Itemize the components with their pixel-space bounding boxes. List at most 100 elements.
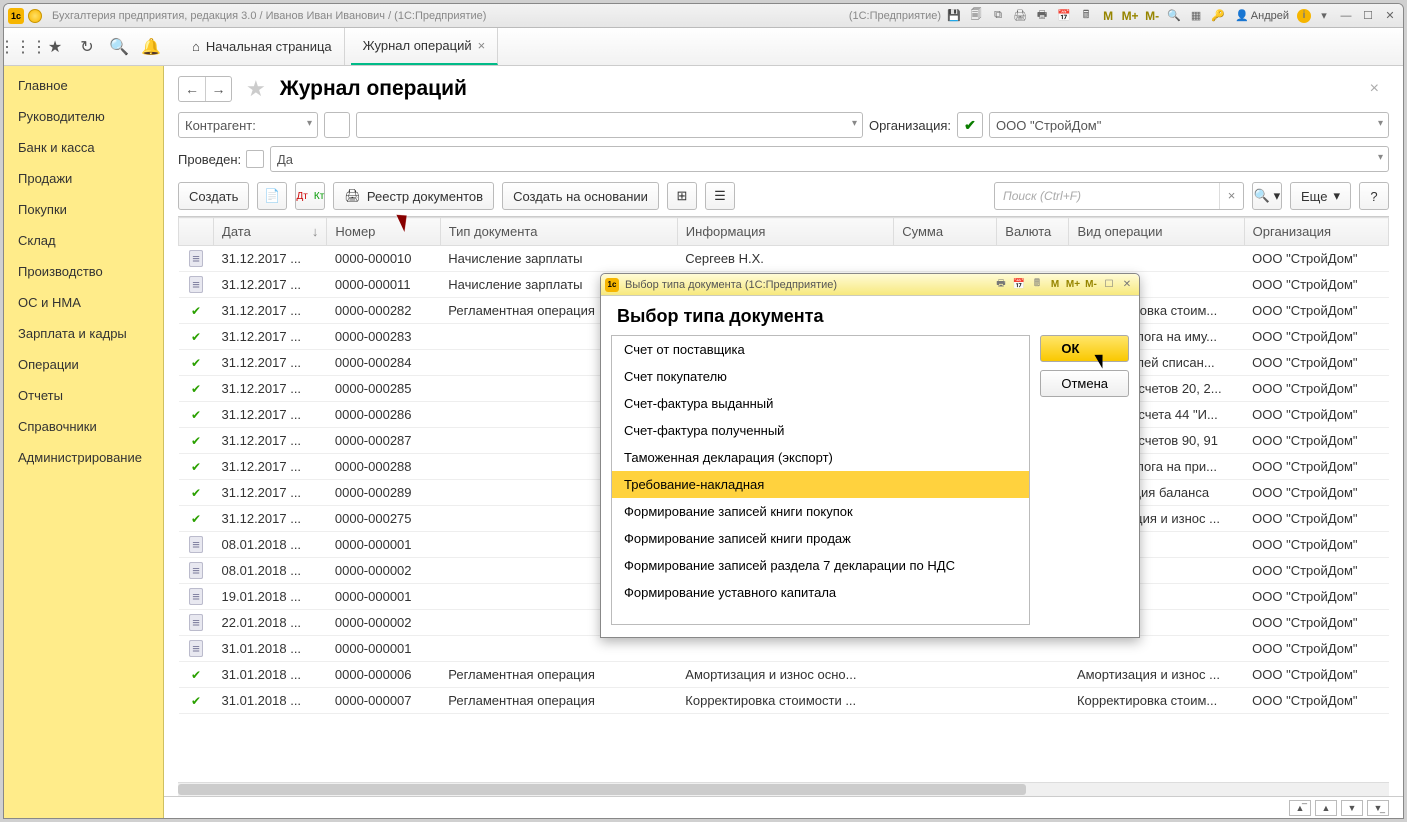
- close-page-icon[interactable]: ×: [1360, 76, 1389, 102]
- doc-type-item[interactable]: Формирование записей книги продаж: [612, 525, 1029, 552]
- sidebar-item-9[interactable]: Операции: [4, 349, 163, 380]
- sidebar-item-6[interactable]: Производство: [4, 256, 163, 287]
- nav-back-button[interactable]: ←: [179, 77, 205, 101]
- search-box[interactable]: Поиск (Ctrl+F) ×: [994, 182, 1244, 210]
- key-icon[interactable]: 🔑: [1209, 7, 1227, 25]
- table-row[interactable]: 31.01.2018 ...0000-000007Регламентная оп…: [179, 688, 1389, 714]
- table-row[interactable]: 31.01.2018 ...0000-000001ООО "СтройДом": [179, 636, 1389, 662]
- help-button[interactable]: ?: [1359, 182, 1389, 210]
- open-icon[interactable]: 🗐: [967, 7, 985, 25]
- copy-button[interactable]: 📄: [257, 182, 287, 210]
- col-op[interactable]: Вид операции: [1069, 218, 1244, 246]
- doc-type-item[interactable]: Формирование записей книги покупок: [612, 498, 1029, 525]
- favorite-icon[interactable]: ★: [42, 34, 68, 60]
- col-info[interactable]: Информация: [677, 218, 893, 246]
- doc-type-list[interactable]: Счет от поставщикаСчет покупателюСчет-фа…: [611, 335, 1030, 625]
- doc-type-item[interactable]: Счет покупателю: [612, 363, 1029, 390]
- doc-type-item[interactable]: Таможенная декларация (экспорт): [612, 444, 1029, 471]
- sidebar-item-0[interactable]: Главное: [4, 70, 163, 101]
- save-icon[interactable]: 💾: [945, 7, 963, 25]
- doc-type-item[interactable]: Требование-накладная: [612, 471, 1029, 498]
- ok-button[interactable]: ОК: [1040, 335, 1129, 362]
- doc-type-item[interactable]: Счет-фактура полученный: [612, 417, 1029, 444]
- bell-icon[interactable]: 🔔: [138, 34, 164, 60]
- col-sum[interactable]: Сумма: [894, 218, 997, 246]
- zoom-icon[interactable]: 🔍: [1165, 7, 1183, 25]
- minimize-icon[interactable]: —: [1337, 7, 1355, 25]
- favorite-page-icon[interactable]: ★: [246, 76, 266, 102]
- search-icon[interactable]: 🔍: [106, 34, 132, 60]
- search-input[interactable]: Поиск (Ctrl+F): [995, 189, 1219, 203]
- dialog-mminus-icon[interactable]: M-: [1083, 277, 1099, 293]
- sidebar-item-7[interactable]: ОС и НМА: [4, 287, 163, 318]
- print-icon[interactable]: 🖨: [1011, 7, 1029, 25]
- dtkt-button[interactable]: ДтКт: [295, 182, 325, 210]
- dialog-calendar-icon[interactable]: 📅: [1011, 277, 1027, 293]
- table-row[interactable]: 31.01.2018 ...0000-000006Регламентная оп…: [179, 662, 1389, 688]
- info-icon[interactable]: i: [1297, 9, 1311, 23]
- dialog-calc-icon[interactable]: 🖩: [1029, 277, 1045, 293]
- structure-button[interactable]: ⊞: [667, 182, 697, 210]
- list-button[interactable]: ☰: [705, 182, 735, 210]
- scroll-up-button[interactable]: ▲: [1315, 800, 1337, 816]
- dialog-mplus-icon[interactable]: M+: [1065, 277, 1081, 293]
- dialog-close-icon[interactable]: ✕: [1119, 277, 1135, 293]
- history-icon[interactable]: ↻: [74, 34, 100, 60]
- doc-type-item[interactable]: Формирование уставного капитала: [612, 579, 1029, 606]
- m-minus-icon[interactable]: M-: [1143, 7, 1161, 25]
- search-clear-icon[interactable]: ×: [1219, 183, 1243, 209]
- sidebar-item-5[interactable]: Склад: [4, 225, 163, 256]
- cancel-button[interactable]: Отмена: [1040, 370, 1129, 397]
- create-button[interactable]: Создать: [178, 182, 249, 210]
- col-cur[interactable]: Валюта: [997, 218, 1069, 246]
- horizontal-scrollbar[interactable]: [178, 782, 1389, 796]
- printer-icon[interactable]: 🖶: [1033, 7, 1051, 25]
- tab-close-icon[interactable]: ×: [478, 38, 486, 53]
- col-org[interactable]: Организация: [1244, 218, 1388, 246]
- windows-icon[interactable]: ▦: [1187, 7, 1205, 25]
- col-num[interactable]: Номер: [327, 218, 440, 246]
- dialog-maximize-icon[interactable]: ☐: [1101, 277, 1117, 293]
- col-date[interactable]: Дата: [222, 224, 251, 239]
- m-plus-icon[interactable]: M+: [1121, 7, 1139, 25]
- org-checkbox[interactable]: ✔: [957, 112, 983, 138]
- m-icon[interactable]: M: [1099, 7, 1117, 25]
- maximize-icon[interactable]: ☐: [1359, 7, 1377, 25]
- sidebar-item-11[interactable]: Справочники: [4, 411, 163, 442]
- sidebar-item-2[interactable]: Банк и касса: [4, 132, 163, 163]
- proveden-value-input[interactable]: Да: [270, 146, 1389, 172]
- org-value-input[interactable]: ООО "СтройДом": [989, 112, 1389, 138]
- dialog-print-icon[interactable]: 🖶: [993, 277, 1009, 293]
- nav-forward-button[interactable]: →: [205, 77, 231, 101]
- calendar-icon[interactable]: 📅: [1055, 7, 1073, 25]
- sidebar-item-4[interactable]: Покупки: [4, 194, 163, 225]
- sidebar-item-3[interactable]: Продажи: [4, 163, 163, 194]
- tab-journal[interactable]: Журнал операций ×: [351, 28, 499, 65]
- registry-button[interactable]: 🖨 Реестр документов: [333, 182, 494, 210]
- create-on-basis-button[interactable]: Создать на основании: [502, 182, 659, 210]
- table-row[interactable]: 31.12.2017 ...0000-000010Начисление зарп…: [179, 246, 1389, 272]
- more-button[interactable]: Еще ▾: [1290, 182, 1351, 210]
- kontragent-checkbox[interactable]: [324, 112, 350, 138]
- tab-home[interactable]: ⌂ Начальная страница: [180, 28, 345, 65]
- kontragent-dropdown[interactable]: Контрагент:: [178, 112, 318, 138]
- col-type[interactable]: Тип документа: [440, 218, 677, 246]
- dialog-m-icon[interactable]: M: [1047, 277, 1063, 293]
- kontragent-value-input[interactable]: [356, 112, 863, 138]
- find-button[interactable]: 🔍 ▾: [1252, 182, 1282, 210]
- sidebar-item-1[interactable]: Руководителю: [4, 101, 163, 132]
- compare-icon[interactable]: ⧉: [989, 7, 1007, 25]
- scroll-top-button[interactable]: ▲̅: [1289, 800, 1311, 816]
- apps-icon[interactable]: ⋮⋮⋮: [10, 34, 36, 60]
- close-icon[interactable]: ✕: [1381, 7, 1399, 25]
- user-indicator[interactable]: 👤 Андрей: [1231, 9, 1293, 22]
- sidebar-item-12[interactable]: Администрирование: [4, 442, 163, 473]
- scroll-bottom-button[interactable]: ▼̲: [1367, 800, 1389, 816]
- sidebar-item-10[interactable]: Отчеты: [4, 380, 163, 411]
- sidebar-item-8[interactable]: Зарплата и кадры: [4, 318, 163, 349]
- dropdown-icon[interactable]: ▾: [1315, 7, 1333, 25]
- doc-type-item[interactable]: Счет от поставщика: [612, 336, 1029, 363]
- proveden-checkbox[interactable]: [246, 150, 264, 168]
- calc-icon[interactable]: 🖩: [1077, 7, 1095, 25]
- doc-type-item[interactable]: Счет-фактура выданный: [612, 390, 1029, 417]
